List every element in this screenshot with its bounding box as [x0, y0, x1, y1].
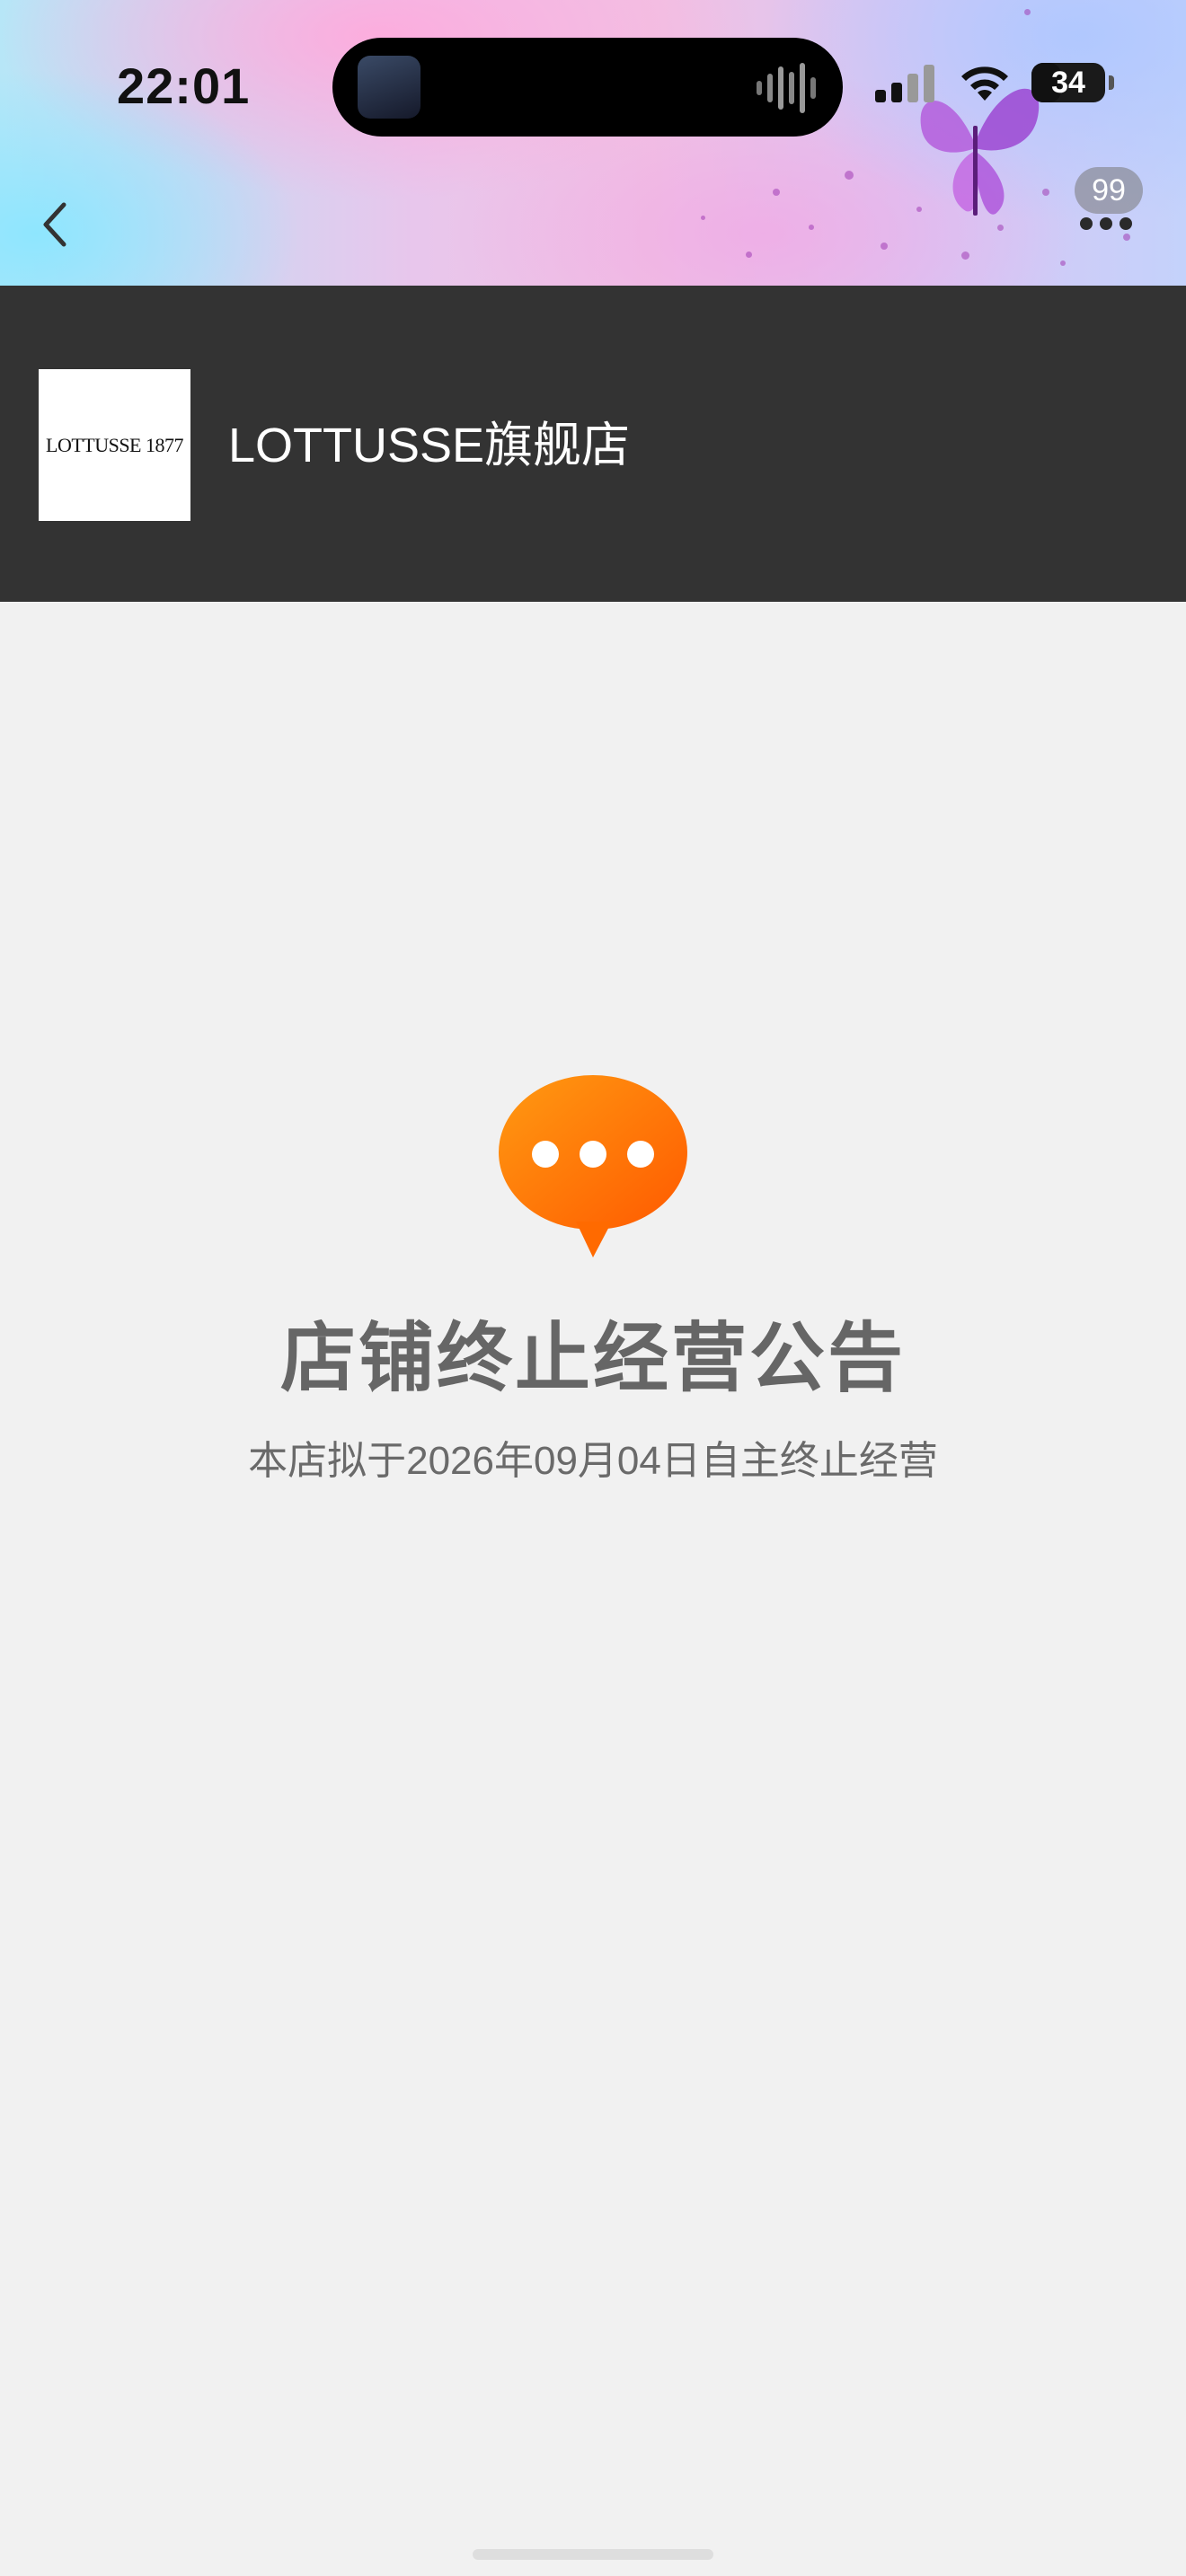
message-count-badge: 99 — [1075, 167, 1143, 214]
decor-sparkle — [1024, 9, 1031, 15]
chevron-left-icon — [43, 202, 66, 247]
status-indicators: 34 — [875, 63, 1114, 102]
decor-sparkle — [701, 216, 705, 220]
notice-text: 本店拟于2026年09月04日自主终止经营 — [248, 1439, 938, 1483]
back-button[interactable] — [36, 196, 72, 253]
wifi-icon — [961, 66, 1008, 101]
decor-sparkle — [1060, 260, 1066, 266]
dynamic-island — [332, 38, 843, 137]
top-header: 22:01 34 99 — [0, 0, 1186, 286]
decor-sparkle — [746, 251, 752, 258]
decor-sparkle — [773, 189, 780, 196]
home-indicator — [473, 2549, 713, 2560]
chat-bubble-icon — [499, 1075, 687, 1257]
notice-title: 店铺终止经营公告 — [279, 1316, 906, 1400]
decor-sparkle — [881, 243, 888, 250]
store-logo[interactable]: LOTTUSSE 1877 — [39, 369, 190, 521]
battery-cap — [1109, 75, 1114, 90]
store-name[interactable]: LOTTUSSE旗舰店 — [228, 411, 630, 480]
battery-icon: 34 — [1031, 63, 1105, 102]
more-dots-icon — [1080, 217, 1132, 230]
battery-level: 34 — [1051, 66, 1085, 100]
status-time: 22:01 — [117, 57, 251, 114]
messages-button[interactable]: 99 — [1069, 167, 1150, 239]
now-playing-app-icon — [358, 56, 420, 119]
audio-wave-icon — [757, 63, 816, 113]
decor-sparkle — [809, 225, 814, 230]
cellular-signal-icon — [875, 65, 934, 102]
decor-sparkle — [961, 251, 969, 260]
decor-sparkle — [845, 171, 854, 180]
store-header: LOTTUSSE 1877 LOTTUSSE旗舰店 — [0, 286, 1186, 602]
